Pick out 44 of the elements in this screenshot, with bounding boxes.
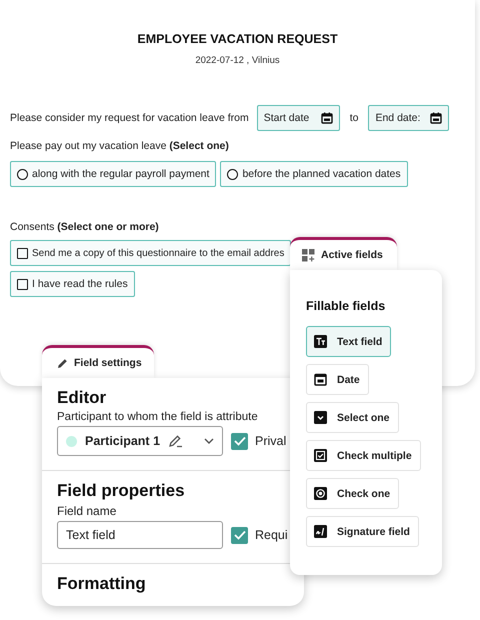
field-label: Field name [57,504,118,518]
checkbox-label: Requi [255,528,288,542]
field-type-button[interactable]: Date [306,364,369,395]
date-field[interactable]: End date: [368,105,450,131]
section-heading: Formatting [57,574,147,594]
calendar-icon [314,373,327,386]
checkbox-option[interactable]: I have read the rules [10,271,135,297]
checkbox-icon [314,449,327,462]
checkbox[interactable] [231,432,248,450]
document-title: EMPLOYEE VACATION REQUEST [136,32,339,46]
chevron-down-icon [204,438,214,444]
grid-plus-icon [302,248,315,262]
radio-icon [314,487,327,500]
calendar-icon [430,112,442,124]
date-field[interactable]: Start date [256,105,340,131]
active-fields-tab[interactable]: Active fields [290,237,397,270]
checkbox-option[interactable]: Send me a copy of this questionnaire to the email addres [10,240,292,266]
chevron-down-icon [314,411,327,424]
checkbox-label: Prival [255,434,286,448]
calendar-icon [320,112,333,124]
pencil-icon [168,434,184,448]
question-text: Please consider my request for vacation leave from [10,112,249,124]
radio-option[interactable]: along with the regular payroll payment [10,161,216,187]
section-heading: Field properties [57,481,186,501]
question-text: Please pay out my vacation leave (Select one) [10,140,229,152]
text-type-icon [314,335,327,348]
pencil-icon [57,358,68,368]
question-text: Consents (Select one or more) [10,221,159,233]
field-settings-tab[interactable]: Field settings [42,345,154,378]
document-subtitle: 2022-07-12 , Vilnius [194,55,281,66]
radio-option[interactable]: before the planned vacation dates [220,161,408,187]
section-heading: Editor [57,388,108,408]
field-label: Participant to whom the field is attribute [57,411,259,423]
separator-text: to [350,112,358,124]
signature-icon [314,525,327,538]
field-type-button[interactable]: Signature field [306,516,419,547]
field-type-button[interactable]: Check multiple [306,440,421,471]
participant-select[interactable]: Participant 1 [57,426,223,456]
panel-heading: Fillable fields [306,299,386,313]
field-name-input[interactable]: Text field [57,521,223,549]
field-type-button[interactable]: Check one [306,478,400,509]
field-type-button[interactable]: Select one [306,402,399,433]
field-type-button[interactable]: Text field [306,326,392,357]
checkbox[interactable] [231,526,248,544]
